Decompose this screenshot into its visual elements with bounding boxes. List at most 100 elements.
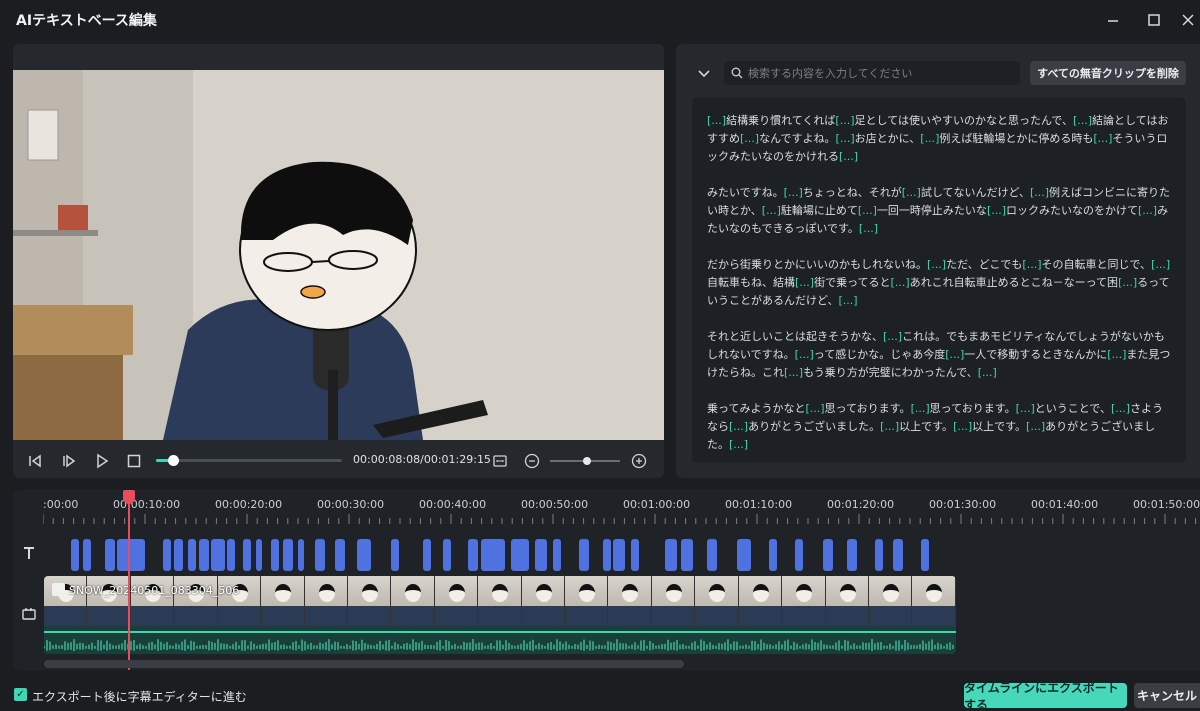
- transcript-segment[interactable]: みたいですね。: [707, 186, 784, 199]
- aspect-ratio-icon[interactable]: [490, 451, 510, 471]
- maximize-icon[interactable]: [1142, 8, 1166, 32]
- cancel-button[interactable]: キャンセル: [1134, 683, 1200, 708]
- subtitle-block[interactable]: [553, 539, 561, 571]
- transcript-segment[interactable]: その自転車と同じで、: [1042, 258, 1152, 271]
- subtitle-block[interactable]: [163, 539, 171, 571]
- video-clip[interactable]: SNOW_20240501_083304_506: [44, 576, 956, 654]
- transcript-text[interactable]: [...]結構乗り慣れてくれば[...]足としては使いやすいのかなと思ったんで、…: [692, 98, 1186, 462]
- transcript-segment[interactable]: 足としては使いやすいのかなと思ったんで、: [855, 114, 1073, 127]
- silence-marker[interactable]: [...]: [1026, 420, 1045, 433]
- subtitle-editor-checkbox[interactable]: ✓: [14, 688, 27, 701]
- subtitle-block[interactable]: [174, 539, 183, 571]
- transcript-paragraph[interactable]: だから街乗りとかにいいのかもしれないね。[...]ただ、どこでも[...]その自…: [707, 256, 1172, 310]
- minimize-icon[interactable]: [1101, 8, 1125, 32]
- silence-marker[interactable]: [...]: [784, 186, 803, 199]
- subtitle-block[interactable]: [283, 539, 293, 571]
- silence-marker[interactable]: [...]: [729, 438, 748, 451]
- previous-frame-icon[interactable]: [25, 451, 45, 471]
- silence-marker[interactable]: [...]: [883, 330, 902, 343]
- transcript-segment[interactable]: 乗ってみようかなと: [707, 402, 805, 415]
- subtitle-block[interactable]: [737, 539, 751, 571]
- transcript-segment[interactable]: 以上です。: [972, 420, 1026, 433]
- silence-marker[interactable]: [...]: [880, 420, 899, 433]
- transcript-paragraph[interactable]: それと近しいことは起きそうかな、[...]これは。でもまあモビリティなんでしょう…: [707, 328, 1172, 382]
- silence-marker[interactable]: [...]: [902, 186, 921, 199]
- transcript-paragraph[interactable]: [...]結構乗り慣れてくれば[...]足としては使いやすいのかなと思ったんで、…: [707, 112, 1172, 166]
- play-icon[interactable]: [92, 451, 112, 471]
- subtitle-block[interactable]: [199, 539, 209, 571]
- silence-marker[interactable]: [...]: [987, 204, 1006, 217]
- subtitle-block[interactable]: [795, 539, 803, 571]
- transcript-segment[interactable]: 例えば駐輪場とかに停める時も: [939, 132, 1093, 145]
- silence-marker[interactable]: [...]: [891, 276, 910, 289]
- silence-marker[interactable]: [...]: [838, 294, 857, 307]
- video-preview[interactable]: [13, 70, 664, 440]
- subtitle-block[interactable]: [535, 539, 547, 571]
- transcript-segment[interactable]: 結構乗り慣れてくれば: [726, 114, 835, 127]
- silence-marker[interactable]: [...]: [945, 348, 964, 361]
- zoom-knob[interactable]: [583, 457, 591, 465]
- subtitle-block[interactable]: [468, 539, 478, 571]
- silence-marker[interactable]: [...]: [1107, 348, 1126, 361]
- transcript-segment[interactable]: 一人で移動するときなんかに: [964, 348, 1107, 361]
- next-frame-icon[interactable]: [59, 451, 79, 471]
- silence-marker[interactable]: [...]: [978, 366, 997, 379]
- subtitle-block[interactable]: [579, 539, 589, 571]
- collapse-chevron-icon[interactable]: [696, 66, 712, 82]
- subtitle-block[interactable]: [665, 539, 677, 571]
- silence-marker[interactable]: [...]: [1093, 132, 1112, 145]
- silence-marker[interactable]: [...]: [858, 204, 877, 217]
- subtitle-block[interactable]: [707, 539, 717, 571]
- transcript-segment[interactable]: 思っております。: [825, 402, 911, 415]
- silence-marker[interactable]: [...]: [1016, 402, 1035, 415]
- playhead[interactable]: [128, 498, 130, 670]
- transcript-segment[interactable]: 試してないんだけど、: [921, 186, 1030, 199]
- close-icon[interactable]: [1176, 8, 1200, 32]
- transcript-segment[interactable]: あれこれ自転車止めるとこね－なーって困: [910, 276, 1118, 289]
- subtitle-block[interactable]: [271, 539, 279, 571]
- silence-marker[interactable]: [...]: [729, 420, 748, 433]
- subtitle-block[interactable]: [211, 539, 225, 571]
- subtitle-block[interactable]: [481, 539, 505, 571]
- silence-marker[interactable]: [...]: [805, 402, 824, 415]
- transcript-segment[interactable]: 自転車もね、結構: [707, 276, 795, 289]
- transcript-segment[interactable]: ただ、どこでも: [946, 258, 1022, 271]
- transcript-segment[interactable]: 一回一時停止みたいな: [877, 204, 987, 217]
- search-input[interactable]: [748, 61, 1016, 85]
- silence-marker[interactable]: [...]: [1073, 114, 1092, 127]
- transcript-segment[interactable]: お店とかに、: [855, 132, 921, 145]
- silence-marker[interactable]: [...]: [1030, 186, 1049, 199]
- subtitle-block[interactable]: [315, 539, 325, 571]
- subtitle-block[interactable]: [443, 539, 451, 571]
- delete-all-silent-clips-button[interactable]: すべての無音クリップを削除: [1030, 61, 1186, 85]
- zoom-out-icon[interactable]: [522, 451, 542, 471]
- subtitle-block[interactable]: [823, 539, 833, 571]
- transcript-segment[interactable]: 思っております。: [930, 402, 1016, 415]
- transcript-segment[interactable]: それと近しいことは起きそうかな、: [707, 330, 883, 343]
- silence-marker[interactable]: [...]: [839, 150, 858, 163]
- subtitle-block[interactable]: [391, 539, 399, 571]
- silence-marker[interactable]: [...]: [707, 114, 726, 127]
- progress-knob[interactable]: [168, 455, 180, 466]
- transcript-segment[interactable]: って感じかな。じゃあ今度: [814, 348, 945, 361]
- transcript-segment[interactable]: なんですよね。: [759, 132, 835, 145]
- transcript-segment[interactable]: ちょっとね、それが: [803, 186, 902, 199]
- subtitle-block[interactable]: [769, 539, 777, 571]
- subtitle-block[interactable]: [188, 539, 196, 571]
- subtitle-block[interactable]: [357, 539, 371, 571]
- silence-marker[interactable]: [...]: [953, 420, 972, 433]
- subtitle-block[interactable]: [921, 539, 929, 571]
- silence-marker[interactable]: [...]: [740, 132, 759, 145]
- subtitle-block[interactable]: [423, 539, 431, 571]
- transcript-segment[interactable]: 駐輪場に止めて: [781, 204, 858, 217]
- subtitle-block[interactable]: [298, 539, 304, 571]
- subtitle-block[interactable]: [71, 539, 79, 571]
- silence-marker[interactable]: [...]: [1118, 276, 1137, 289]
- subtitle-block[interactable]: [105, 539, 115, 571]
- transcript-segment[interactable]: 街で乗ってると: [814, 276, 890, 289]
- silence-marker[interactable]: [...]: [1138, 204, 1157, 217]
- silence-marker[interactable]: [...]: [795, 276, 814, 289]
- subtitle-block[interactable]: [847, 539, 857, 571]
- subtitle-block[interactable]: [681, 539, 693, 571]
- subtitle-block[interactable]: [893, 539, 903, 571]
